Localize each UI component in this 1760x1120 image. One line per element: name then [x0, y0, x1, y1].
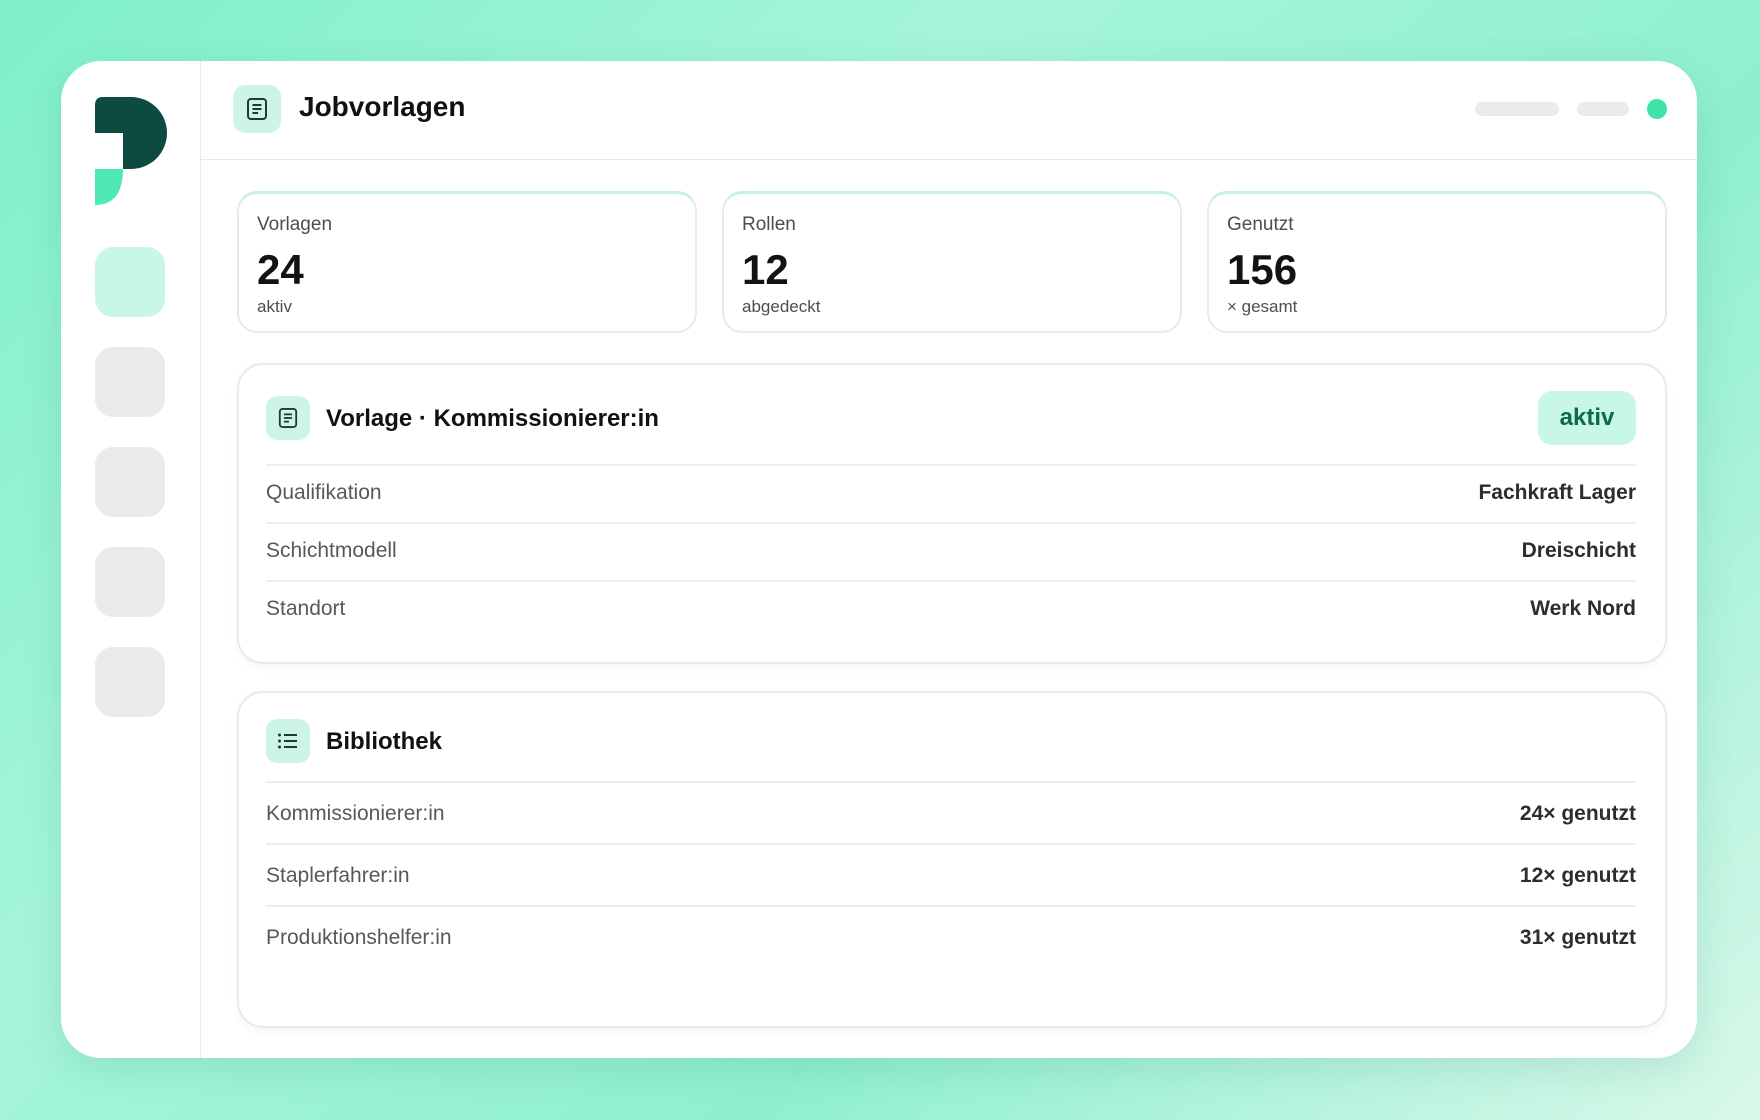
detail-row-qualifikation: Qualifikation Fachkraft Lager: [266, 464, 1636, 524]
row-value: Fachkraft Lager: [1478, 481, 1636, 504]
list-icon: [266, 719, 310, 763]
header-placeholder-pill: [1475, 102, 1559, 116]
list-item[interactable]: Produktionshelfer:in 31× genutzt: [266, 905, 1636, 969]
list-item-usage: 31× genutzt: [1519, 926, 1636, 949]
status-badge: aktiv: [1538, 391, 1636, 445]
sidebar-item-2[interactable]: [95, 347, 165, 417]
stat-card-genutzt: Genutzt 156 × gesamt: [1207, 191, 1667, 333]
library-panel: Bibliothek Kommissionierer:in 24× genutz…: [237, 691, 1667, 1028]
stat-sub: × gesamt: [1227, 297, 1298, 316]
row-label: Standort: [266, 597, 346, 620]
stat-label: Rollen: [742, 214, 796, 235]
row-label: Qualifikation: [266, 481, 382, 504]
stat-sub: abgedeckt: [742, 297, 821, 316]
stat-card-vorlagen: Vorlagen 24 aktiv: [237, 191, 697, 333]
stat-value: 24: [257, 246, 304, 293]
stat-card-rollen: Rollen 12 abgedeckt: [722, 191, 1182, 333]
list-item-usage: 24× genutzt: [1519, 802, 1636, 825]
row-value: Dreischicht: [1521, 539, 1636, 562]
panel-title: Bibliothek: [326, 728, 443, 755]
row-value: Werk Nord: [1530, 597, 1636, 620]
template-detail-panel: Vorlage · Kommissionierer:in aktiv Quali…: [237, 363, 1667, 664]
document-icon: [266, 396, 310, 440]
header-placeholder-pill-small: [1577, 102, 1629, 116]
panel-title: Vorlage · Kommissionierer:in: [326, 405, 659, 432]
app-logo: [95, 97, 167, 205]
sidebar-item-3[interactable]: [95, 447, 165, 517]
row-label: Schichtmodell: [266, 539, 397, 562]
page-title: Jobvorlagen: [299, 91, 466, 122]
stat-label: Genutzt: [1227, 214, 1294, 235]
app-window: Jobvorlagen Vorlagen 24 aktiv Rollen 12 …: [61, 61, 1697, 1058]
stat-sub: aktiv: [257, 297, 292, 316]
status-indicator: [1647, 99, 1667, 119]
sidebar-item-5[interactable]: [95, 647, 165, 717]
sidebar-item-templates[interactable]: [95, 247, 165, 317]
document-icon: [233, 85, 281, 133]
stat-value: 156: [1227, 246, 1298, 293]
detail-row-standort: Standort Werk Nord: [266, 580, 1636, 640]
detail-row-schichtmodell: Schichtmodell Dreischicht: [266, 522, 1636, 582]
stat-label: Vorlagen: [257, 214, 333, 235]
sidebar-item-4[interactable]: [95, 547, 165, 617]
list-item-label: Kommissionierer:in: [266, 802, 445, 825]
header: Jobvorlagen: [201, 61, 1697, 160]
list-item-usage: 12× genutzt: [1519, 864, 1636, 887]
list-item-label: Staplerfahrer:in: [266, 864, 410, 887]
sidebar: [61, 61, 201, 1058]
list-item-label: Produktionshelfer:in: [266, 926, 452, 949]
list-item[interactable]: Staplerfahrer:in 12× genutzt: [266, 843, 1636, 907]
list-item[interactable]: Kommissionierer:in 24× genutzt: [266, 781, 1636, 845]
stat-value: 12: [742, 246, 789, 293]
